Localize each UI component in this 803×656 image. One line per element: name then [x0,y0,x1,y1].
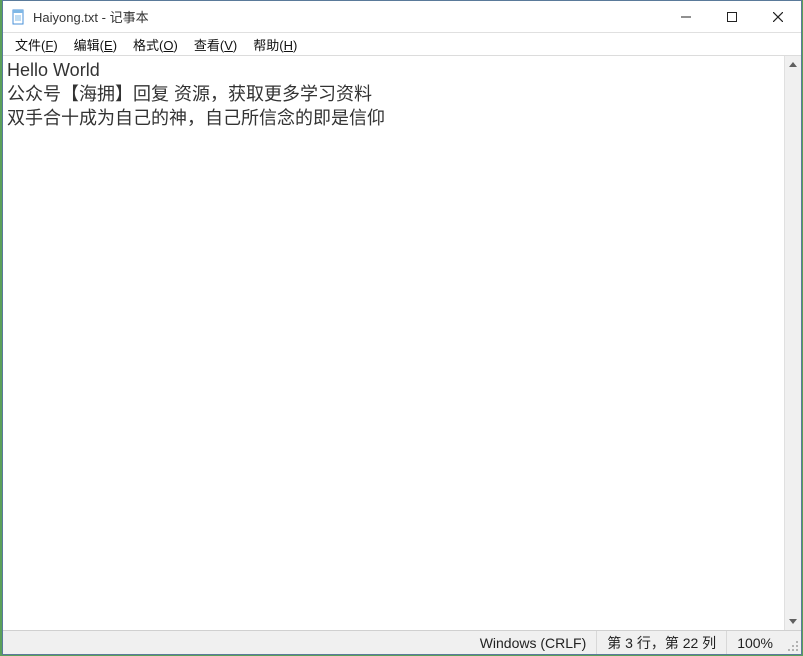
menu-view[interactable]: 查看(V) [186,34,245,55]
close-button[interactable] [755,1,801,32]
notepad-window: Haiyong.txt - 记事本 文件(F) 编辑(E) 格式(O) 查看(V… [2,0,802,655]
menu-format[interactable]: 格式(O) [125,34,186,55]
menubar: 文件(F) 编辑(E) 格式(O) 查看(V) 帮助(H) [3,33,801,55]
notepad-icon [11,9,27,25]
titlebar[interactable]: Haiyong.txt - 记事本 [3,1,801,33]
window-title: Haiyong.txt - 记事本 [33,7,663,26]
status-encoding: Windows (CRLF) [470,631,597,654]
window-controls [663,1,801,32]
menu-edit[interactable]: 编辑(E) [66,34,125,55]
status-position: 第 3 行，第 22 列 [596,631,726,654]
status-zoom: 100% [726,631,783,654]
text-editor[interactable]: Hello World 公众号【海拥】回复 资源，获取更多学习资料 双手合十成为… [3,56,784,630]
minimize-button[interactable] [663,1,709,32]
menu-help[interactable]: 帮助(H) [245,34,305,55]
scroll-down-icon[interactable] [785,613,801,630]
resize-grip-icon[interactable] [787,640,799,652]
vertical-scrollbar[interactable] [784,56,801,630]
menu-file[interactable]: 文件(F) [7,34,66,55]
editor-area: Hello World 公众号【海拥】回复 资源，获取更多学习资料 双手合十成为… [3,55,801,630]
scroll-up-icon[interactable] [785,56,801,73]
maximize-button[interactable] [709,1,755,32]
statusbar: Windows (CRLF) 第 3 行，第 22 列 100% [3,630,801,654]
